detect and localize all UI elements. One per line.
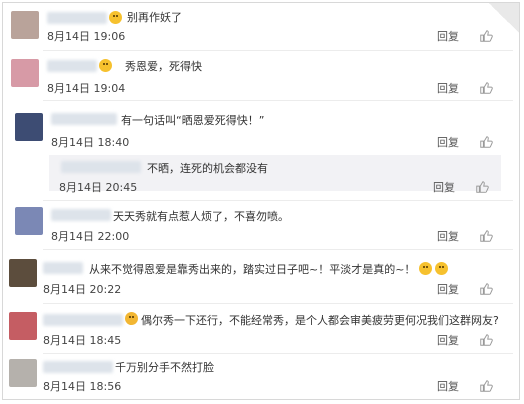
username-blurred (51, 209, 111, 221)
username-blurred (61, 161, 141, 173)
avatar[interactable] (11, 11, 39, 39)
divider (43, 50, 513, 51)
comment-text: 不晒，连死的机会都没有 (147, 162, 268, 175)
thumbs-up-icon[interactable] (479, 229, 493, 243)
avatar[interactable] (9, 259, 37, 287)
thumbs-up-icon[interactable] (475, 180, 489, 194)
username-blurred (51, 113, 117, 125)
reply-button[interactable]: 回复 (437, 30, 459, 43)
comment-time: 8月14日 18:45 (43, 334, 122, 347)
avatar[interactable] (9, 312, 37, 340)
thumbs-up-icon[interactable] (479, 81, 493, 95)
comment-time: 8月14日 19:06 (47, 30, 126, 43)
comment-text: 有一句话叫“晒恩爱死得快！” (121, 114, 265, 127)
avatar[interactable] (9, 359, 37, 387)
emoji-icon (109, 11, 122, 24)
username-blurred (43, 314, 123, 326)
reply-button[interactable]: 回复 (437, 136, 459, 149)
emoji-icon (125, 312, 138, 325)
emoji-icon (435, 262, 448, 275)
username-blurred (47, 60, 97, 72)
comment-time: 8月14日 18:56 (43, 380, 122, 393)
comment-time: 8月14日 18:40 (51, 136, 130, 149)
username-blurred (43, 262, 83, 274)
thumbs-up-icon[interactable] (479, 282, 493, 296)
emoji-icon (99, 59, 112, 72)
comment-text: 秀恩爱，死得快 (125, 60, 202, 73)
comment-text: 千万别分手不然打脸 (115, 361, 214, 374)
reply-button[interactable]: 回复 (437, 334, 459, 347)
comment-text: 偶尔秀一下还行，不能经常秀，是个人都会审美疲劳更何况我们这群网友? (141, 314, 499, 327)
comment-time: 8月14日 20:22 (43, 283, 122, 296)
reply-button[interactable]: 回复 (437, 82, 459, 95)
reply-button[interactable]: 回复 (437, 283, 459, 296)
comment-time: 8月14日 19:04 (47, 82, 126, 95)
comment-text: 从来不觉得恩爱是靠秀出来的，踏实过日子吧~！平淡才是真的~！ (89, 263, 416, 276)
comment-time: 8月14日 20:45 (59, 181, 138, 194)
reply-button[interactable]: 回复 (433, 181, 455, 194)
thumbs-up-icon[interactable] (479, 333, 493, 347)
avatar[interactable] (15, 113, 43, 141)
comment-list: 别再作妖了 8月14日 19:06 回复 秀恩爱，死得快 8月14日 19:04… (2, 2, 520, 400)
reply-button[interactable]: 回复 (437, 380, 459, 393)
divider (43, 353, 513, 354)
comment-text: 别再作妖了 (127, 11, 182, 24)
avatar[interactable] (11, 59, 39, 87)
comment-text: 天天秀就有点惹人烦了，不喜勿喷。 (113, 210, 289, 223)
divider (43, 303, 513, 304)
username-blurred (47, 12, 107, 24)
emoji-icon (419, 262, 432, 275)
thumbs-up-icon[interactable] (479, 379, 493, 393)
thumbs-up-icon[interactable] (479, 29, 493, 43)
thumbs-up-icon[interactable] (479, 135, 493, 149)
avatar[interactable] (15, 207, 43, 235)
reply-button[interactable]: 回复 (437, 230, 459, 243)
divider (43, 249, 513, 250)
divider (43, 100, 513, 101)
username-blurred (43, 361, 113, 373)
comment-time: 8月14日 22:00 (51, 230, 130, 243)
page-corner (489, 3, 519, 33)
divider (43, 200, 513, 201)
